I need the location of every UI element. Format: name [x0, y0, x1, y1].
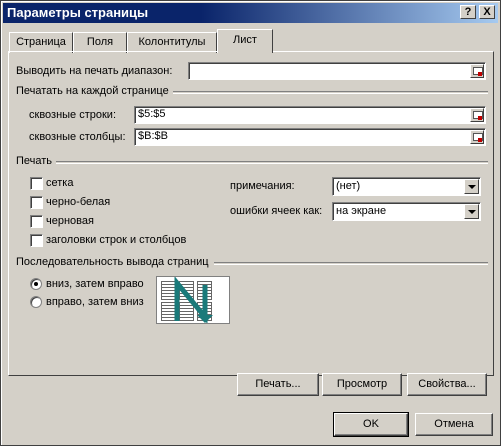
- cell-errors-label: ошибки ячеек как:: [230, 205, 323, 217]
- print-area-input[interactable]: [188, 62, 486, 80]
- print-titles-group-label: Печатать на каждой странице: [16, 85, 169, 97]
- group-divider: [214, 262, 488, 265]
- print-area-label: Выводить на печать диапазон:: [16, 65, 173, 77]
- options-button[interactable]: Свойства...: [407, 373, 487, 396]
- ok-button[interactable]: OK: [333, 412, 409, 437]
- row-col-headings-checkbox[interactable]: [30, 234, 43, 247]
- cols-to-repeat-input[interactable]: $B:$B: [134, 128, 486, 146]
- draft-label: черновая: [46, 215, 94, 227]
- range-picker-icon[interactable]: [470, 130, 484, 144]
- page-order-diagram: [156, 276, 230, 324]
- range-picker-icon[interactable]: [470, 108, 484, 122]
- down-then-over-radio[interactable]: [30, 278, 42, 290]
- print-button[interactable]: Печать...: [237, 373, 319, 396]
- print-preview-button[interactable]: Просмотр: [322, 373, 402, 396]
- chevron-down-icon[interactable]: [464, 204, 479, 219]
- page-order-arrow-icon: [174, 277, 213, 323]
- page-order-group-label: Последовательность вывода страниц: [16, 256, 209, 268]
- group-divider: [173, 91, 488, 94]
- black-white-label: черно-белая: [46, 196, 111, 208]
- window-title: Параметры страницы: [7, 5, 149, 20]
- page-setup-dialog: Параметры страницы ? X Страница Поля Кол…: [0, 0, 501, 446]
- gridlines-label: сетка: [46, 177, 74, 189]
- chevron-down-icon[interactable]: [464, 179, 479, 194]
- title-bar: Параметры страницы ? X: [3, 3, 498, 23]
- gridlines-checkbox[interactable]: [30, 177, 43, 190]
- over-then-down-label: вправо, затем вниз: [46, 296, 144, 308]
- over-then-down-radio[interactable]: [30, 296, 42, 308]
- print-group-label: Печать: [16, 155, 53, 167]
- down-then-over-label: вниз, затем вправо: [46, 278, 144, 290]
- help-button[interactable]: ?: [460, 5, 476, 19]
- comments-select[interactable]: (нет): [332, 177, 481, 196]
- comments-label: примечания:: [230, 180, 295, 192]
- rows-label: сквозные строки:: [29, 109, 117, 121]
- tab-page[interactable]: Страница: [9, 32, 73, 53]
- tab-sheet[interactable]: Лист: [217, 29, 273, 53]
- close-button[interactable]: X: [479, 5, 495, 19]
- black-white-checkbox[interactable]: [30, 196, 43, 209]
- group-divider: [56, 161, 488, 164]
- cancel-button[interactable]: Отмена: [415, 413, 493, 436]
- row-col-headings-label: заголовки строк и столбцов: [46, 234, 187, 246]
- cols-label: сквозные столбцы:: [29, 131, 126, 143]
- tab-header-footer[interactable]: Колонтитулы: [127, 32, 217, 53]
- rows-to-repeat-input[interactable]: $5:$5: [134, 106, 486, 124]
- range-picker-icon[interactable]: [470, 64, 484, 78]
- tab-margins[interactable]: Поля: [73, 32, 127, 53]
- draft-checkbox[interactable]: [30, 215, 43, 228]
- cell-errors-select[interactable]: на экране: [332, 202, 481, 221]
